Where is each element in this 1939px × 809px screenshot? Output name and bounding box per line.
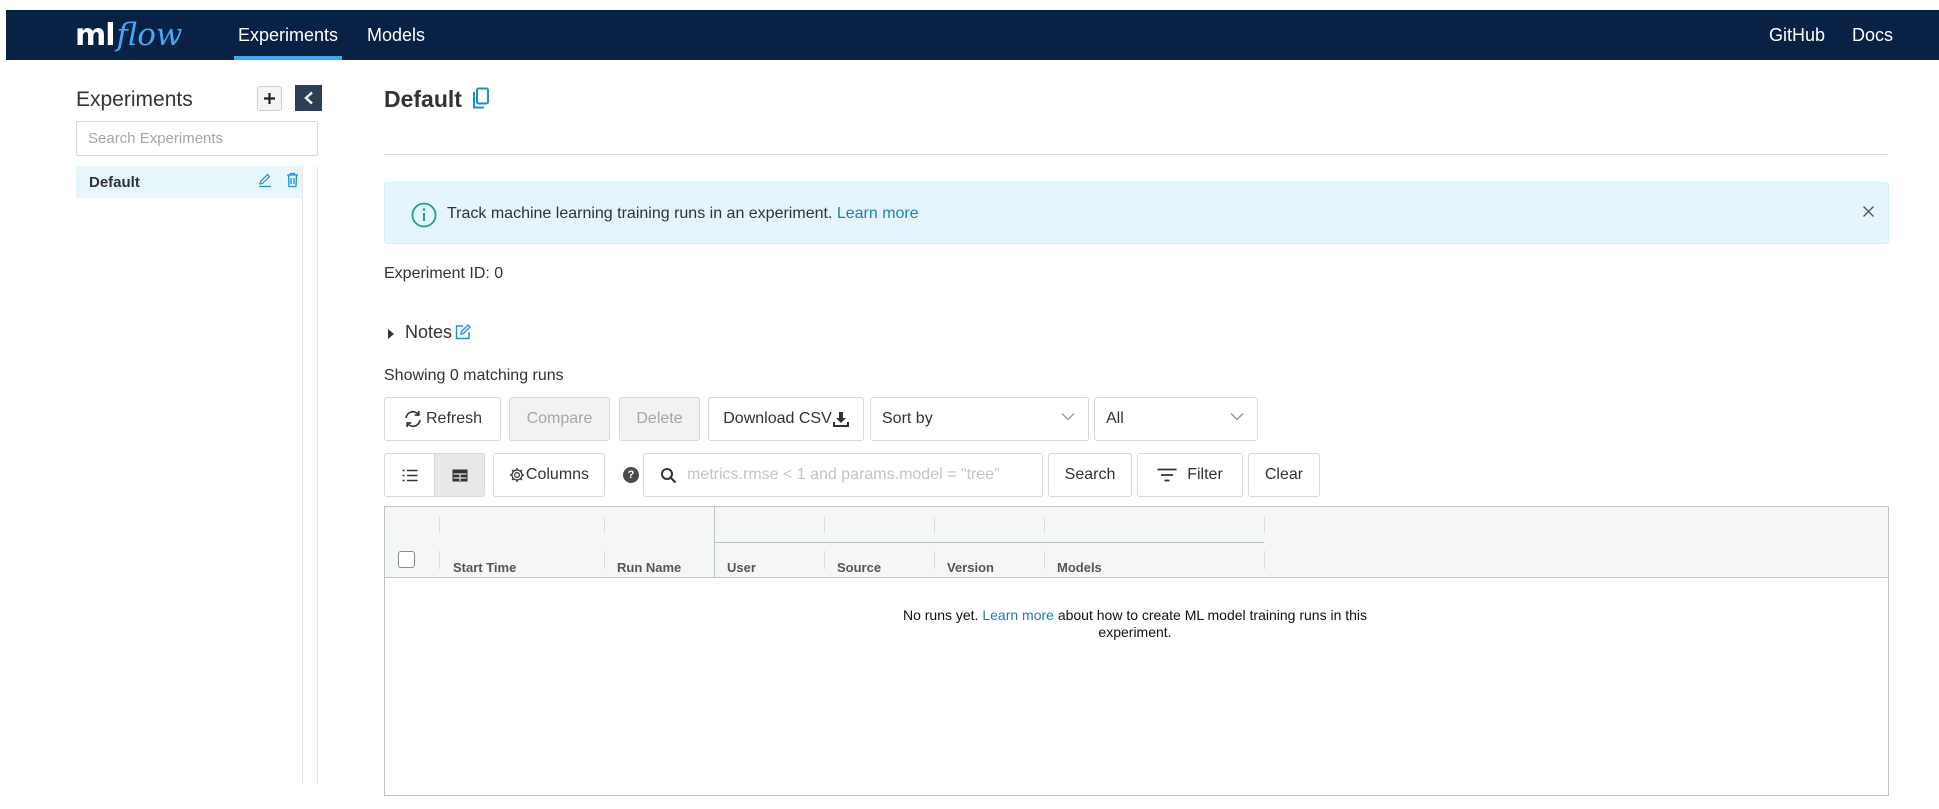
columns-label: Columns (525, 466, 590, 483)
empty-learn-more-link[interactable]: Learn more (982, 607, 1054, 623)
nav-models[interactable]: Models (367, 10, 425, 60)
refresh-icon (405, 410, 421, 428)
clear-button[interactable]: Clear (1248, 453, 1320, 497)
gear-icon (509, 468, 524, 482)
empty-text-after: about how to create ML model training ru… (1057, 607, 1368, 640)
experiment-id-label: Experiment ID: (384, 265, 490, 282)
sort-by-value: Sort by (882, 410, 933, 427)
header-separator (1044, 517, 1045, 533)
column-header-user[interactable]: User (727, 560, 756, 575)
plus-icon (264, 93, 275, 104)
header-separator (824, 517, 825, 533)
delete-runs-button[interactable]: Delete (619, 397, 700, 441)
question-circle-icon[interactable]: ? (623, 467, 639, 483)
column-separator (604, 551, 605, 569)
run-search-box (643, 453, 1043, 497)
column-header-run-name[interactable]: Run Name (617, 560, 681, 575)
header-separator (604, 517, 605, 533)
search-experiments-input[interactable] (76, 121, 318, 156)
edit-experiment-icon[interactable] (258, 173, 272, 193)
copy-icon[interactable] (472, 87, 490, 115)
lifecycle-filter-value: All (1106, 410, 1124, 427)
column-separator (1264, 551, 1265, 569)
info-banner: Track machine learning training runs in … (384, 182, 1889, 244)
column-header-models[interactable]: Models (1057, 560, 1102, 575)
search-icon (661, 468, 677, 484)
experiment-list-item[interactable]: Default (76, 166, 302, 198)
column-header-source[interactable]: Source (837, 560, 881, 575)
info-banner-message: Track machine learning training runs in … (447, 205, 833, 222)
experiment-id: Experiment ID: 0 (384, 265, 503, 283)
empty-runs-message: No runs yet. Learn more about how to cre… (885, 607, 1385, 641)
filter-icon (1157, 468, 1177, 482)
column-separator (934, 551, 935, 569)
page-title: Default (384, 86, 462, 112)
refresh-label: Refresh (425, 410, 483, 427)
column-header-version[interactable]: Version (947, 560, 994, 575)
download-icon (832, 412, 849, 427)
notes-toggle[interactable]: Notes (405, 322, 452, 343)
delete-experiment-icon[interactable] (286, 172, 299, 193)
list-view-button[interactable] (384, 453, 435, 497)
caret-right-icon[interactable] (388, 329, 394, 339)
select-all-checkbox[interactable] (398, 551, 415, 568)
sidebar-scrollbar[interactable] (302, 166, 318, 784)
columns-button[interactable]: Columns (493, 453, 605, 497)
top-navbar: ml flow Experiments Models GitHub Docs (6, 10, 1939, 60)
list-icon (402, 469, 417, 481)
chevron-down-icon (1230, 413, 1244, 421)
download-csv-button[interactable]: Download CSV (708, 397, 864, 441)
table-icon (452, 469, 467, 481)
experiment-name: Default (89, 174, 140, 191)
experiment-list: Default (76, 166, 318, 784)
download-csv-label: Download CSV (723, 410, 832, 427)
filter-button[interactable]: Filter (1137, 453, 1243, 497)
search-button[interactable]: Search (1048, 453, 1132, 497)
lifecycle-filter-select[interactable]: All (1094, 397, 1258, 441)
learn-more-link[interactable]: Learn more (837, 205, 919, 222)
close-icon[interactable] (1862, 205, 1875, 223)
refresh-button[interactable]: Refresh (384, 397, 501, 441)
logo-ml-text: ml (75, 18, 116, 53)
experiment-id-value: 0 (494, 265, 504, 282)
edit-notes-icon[interactable] (455, 324, 471, 345)
info-banner-text: Track machine learning training runs in … (447, 205, 919, 223)
column-separator (1044, 551, 1045, 569)
run-search-input[interactable] (687, 455, 1027, 495)
mlflow-logo[interactable]: ml flow (75, 16, 182, 54)
logo-flow-text: flow (116, 17, 183, 53)
empty-text-before: No runs yet. (902, 607, 979, 623)
filter-label: Filter (1187, 466, 1223, 483)
title-divider (384, 154, 1889, 155)
sidebar-title: Experiments (76, 88, 193, 111)
chevron-left-icon (303, 91, 313, 105)
add-experiment-button[interactable] (257, 86, 282, 111)
pinned-columns-border (714, 507, 715, 578)
runs-table: Start Time Run Name User Source Version … (384, 506, 1889, 796)
column-separator (824, 551, 825, 569)
header-separator (1264, 517, 1265, 533)
nav-github[interactable]: GitHub (1769, 10, 1825, 60)
column-separator (439, 551, 440, 569)
header-separator (934, 517, 935, 533)
collapse-sidebar-button[interactable] (295, 85, 322, 111)
header-separator (439, 517, 440, 533)
compare-button[interactable]: Compare (509, 397, 610, 441)
nav-docs[interactable]: Docs (1852, 10, 1893, 60)
runs-table-header: Start Time Run Name User Source Version … (385, 507, 1888, 578)
column-header-start-time[interactable]: Start Time (453, 560, 516, 575)
header-group-line (715, 542, 1264, 543)
matching-runs-count: Showing 0 matching runs (384, 367, 564, 384)
chevron-down-icon (1061, 413, 1075, 421)
sort-by-select[interactable]: Sort by (870, 397, 1089, 441)
table-view-button[interactable] (434, 453, 485, 497)
info-circle-icon (411, 202, 437, 233)
nav-experiments[interactable]: Experiments (234, 10, 342, 60)
